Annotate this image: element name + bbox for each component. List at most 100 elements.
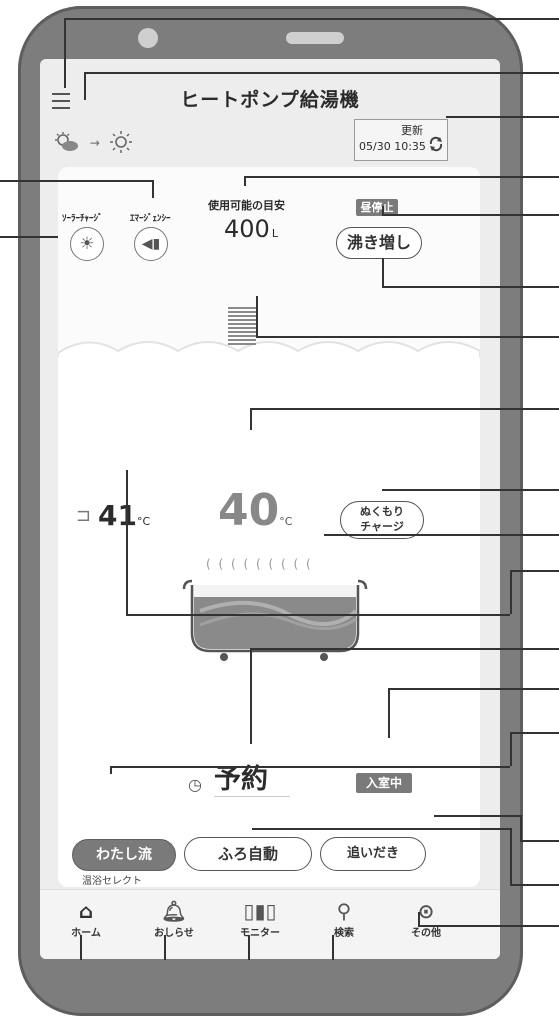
weather-arrow: → [89,136,100,150]
leader-line [0,236,58,238]
tab-more[interactable]: ⊙ その他 [386,898,466,939]
leader-line [382,489,559,491]
leader-line [110,766,112,774]
bottom-tab-bar: ⌂ ホーム 🔔︎ おしらせ ▯▮▯ モニター ⚲ 検索 ⊙ その他 [40,889,500,959]
main-card: ｿｰﾗｰﾁｬｰｼﾞ ｴﾏｰｼﾞｪﾝｼｰ ☀ ◀▮ 使用可能の目安 400 L 昼停… [58,167,480,887]
leader-line [382,214,559,216]
leader-line [388,688,390,738]
more-icon: ⊙ [417,899,435,923]
leader-line [126,470,128,615]
occupancy-badge: 入室中 [356,773,412,793]
leader-line [520,815,522,841]
leader-line [84,72,559,74]
reserve-label[interactable]: 予約 [214,757,290,797]
tab-search-label: 検索 [334,928,354,939]
tab-more-label: その他 [411,928,441,939]
leader-line [0,180,152,182]
leader-line [510,732,559,734]
leader-line [252,828,510,830]
bathtub-illustration [182,579,368,661]
my-style-sublabel: 温浴セレクト [82,876,142,887]
clock-icon: ◷ [188,775,202,794]
emergency-button[interactable]: ◀▮ [134,227,168,261]
tank-value: 400 L [224,215,278,243]
leader-line [510,732,512,766]
leader-line [446,116,559,118]
boost-heat-button[interactable]: 沸き増し [336,227,422,259]
cloud-sun-icon [55,132,78,151]
leader-line [248,935,250,960]
leader-line [510,570,559,572]
leader-line [164,935,166,960]
refresh-icon[interactable] [428,136,444,152]
camera [138,28,158,48]
leader-line [520,840,559,842]
bar-chart-icon: ▯▮▯ [243,899,277,923]
tab-monitor[interactable]: ▯▮▯ モニター [220,898,300,939]
update-datetime: 05/30 10:35 [359,140,426,153]
megaphone-icon: ◀▮ [141,236,161,252]
tab-search[interactable]: ⚲ 検索 [304,898,384,939]
tank-label: 使用可能の目安 [208,199,285,212]
app-screen: ヒートポンプ給湯機 → 更新 05/30 10:35 ｿｰﾗｰﾁｬｰｼﾞ ｴﾏｰ… [40,59,500,959]
leader-line [250,408,252,430]
bath-temp: 40°C [218,485,292,536]
leader-line [434,815,520,817]
leader-line [382,206,384,215]
steam: ( ( ( ( ( ( ( ( ( [206,557,313,571]
warmth-line2: チャージ [360,520,404,533]
leader-line [64,18,66,88]
leader-line [244,176,246,186]
leader-line [152,180,154,198]
tab-monitor-label: モニター [240,928,280,939]
faucet-icon: ⊐ [76,505,92,526]
leader-line [510,884,559,886]
search-icon: ⚲ [336,899,352,923]
tab-notices-label: おしらせ [154,928,194,939]
update-label: 更新 [401,124,423,137]
leader-line [418,925,559,927]
leader-line [510,828,512,885]
leader-line [244,176,559,178]
solar-charge-label: ｿｰﾗｰﾁｬｰｼﾞ [62,214,103,224]
leader-line [250,648,252,744]
solar-charge-button[interactable]: ☀ [70,227,104,261]
leader-line [418,912,420,926]
leader-line [110,766,510,768]
bath-temp-value: 40 [218,485,280,536]
update-box[interactable]: 更新 05/30 10:35 [354,119,448,161]
leader-line [256,296,258,337]
leader-line [382,286,559,288]
sun-icon [109,131,132,153]
tab-notices[interactable]: 🔔︎ おしらせ [134,898,214,939]
tank-unit: L [271,227,278,240]
emergency-label: ｴﾏｰｼﾞｪﾝｼｰ [130,214,171,224]
leader-line [388,688,559,690]
sun-icon: ☀ [79,234,95,254]
auto-bath-button[interactable]: ふろ自動 [184,837,312,871]
leader-line [250,408,559,410]
faucet-temp: 41°C [98,499,150,532]
my-style-button[interactable]: わたし流 [72,839,176,871]
tank-value-number: 400 [224,215,270,243]
leader-line [510,570,512,614]
faucet-temp-value: 41 [98,499,137,532]
reheat-button[interactable]: 追いだき [320,837,426,871]
speaker [286,32,344,44]
leader-line [382,258,384,286]
tab-home[interactable]: ⌂ ホーム [46,898,126,939]
page-title: ヒートポンプ給湯機 [180,89,360,111]
leader-line [332,935,334,960]
leader-line [84,72,86,100]
bath-temp-unit: °C [279,515,293,528]
leader-line [324,534,559,536]
tank-gauge [228,307,256,347]
home-icon: ⌂ [78,899,94,923]
leader-line [80,935,82,960]
weather-forecast: → [54,131,132,153]
leader-line [126,614,510,616]
warmth-line1: ぬくもり [360,505,404,518]
bell-icon: 🔔︎ [161,899,187,923]
leader-line [250,648,559,650]
leader-line [256,336,559,338]
